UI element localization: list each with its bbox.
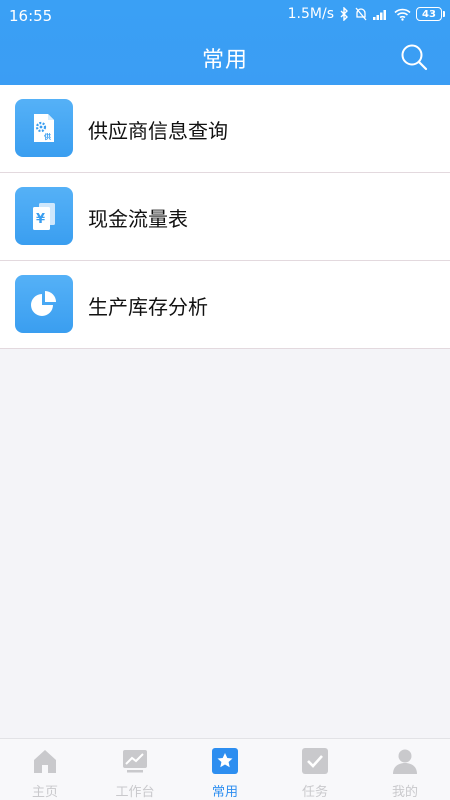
list-item-inventory-analysis[interactable]: 生产库存分析: [0, 261, 450, 349]
supplier-doc-icon: 供: [15, 99, 73, 157]
user-icon: [393, 749, 417, 774]
bluetooth-icon: [339, 7, 349, 21]
wifi-icon: [394, 8, 411, 21]
cash-flow-icon: ¥: [15, 187, 73, 245]
tab-label: 工作台: [115, 785, 155, 800]
home-icon: [34, 750, 56, 773]
search-icon: [401, 44, 428, 71]
favorites-list: 供 供应商信息查询 ¥ 现金流量表 生产库存分析: [0, 85, 450, 349]
task-check-icon: [302, 748, 328, 774]
pie-chart-icon: [15, 275, 73, 333]
svg-text:供: 供: [43, 132, 51, 141]
svg-text:¥: ¥: [36, 212, 45, 227]
battery-level: 43: [422, 8, 436, 20]
tab-workbench[interactable]: 工作台: [90, 739, 180, 800]
alarm-off-icon: [354, 7, 368, 21]
workbench-icon: [123, 750, 147, 773]
tab-home[interactable]: 主页: [0, 739, 90, 800]
tab-label: 常用: [211, 785, 238, 800]
app-header: 16:55 1.5M/s 43 常用: [0, 0, 450, 85]
signal-icon: [373, 8, 389, 20]
tab-label: 任务: [301, 785, 328, 800]
tab-favorites[interactable]: 常用: [180, 739, 270, 800]
tab-profile[interactable]: 我的: [360, 739, 450, 800]
tab-label: 主页: [31, 785, 58, 800]
item-label: 生产库存分析: [88, 295, 208, 319]
network-speed: 1.5M/s: [287, 6, 334, 22]
tab-tasks[interactable]: 任务: [270, 739, 360, 800]
list-item-supplier-query[interactable]: 供 供应商信息查询: [0, 85, 450, 173]
list-item-cash-flow[interactable]: ¥ 现金流量表: [0, 173, 450, 261]
status-bar: 16:55 1.5M/s 43: [0, 0, 450, 30]
tab-label: 我的: [391, 785, 418, 800]
bottom-tab-bar: 主页 工作台 常用 任务 我的: [0, 738, 450, 800]
status-time: 16:55: [9, 7, 53, 25]
search-button[interactable]: [400, 43, 428, 71]
item-label: 现金流量表: [88, 207, 188, 231]
status-indicators: 1.5M/s 43: [287, 6, 445, 22]
star-icon: [212, 748, 238, 774]
page-title: 常用: [201, 48, 248, 73]
item-label: 供应商信息查询: [88, 119, 228, 143]
battery-icon: 43: [416, 7, 445, 21]
